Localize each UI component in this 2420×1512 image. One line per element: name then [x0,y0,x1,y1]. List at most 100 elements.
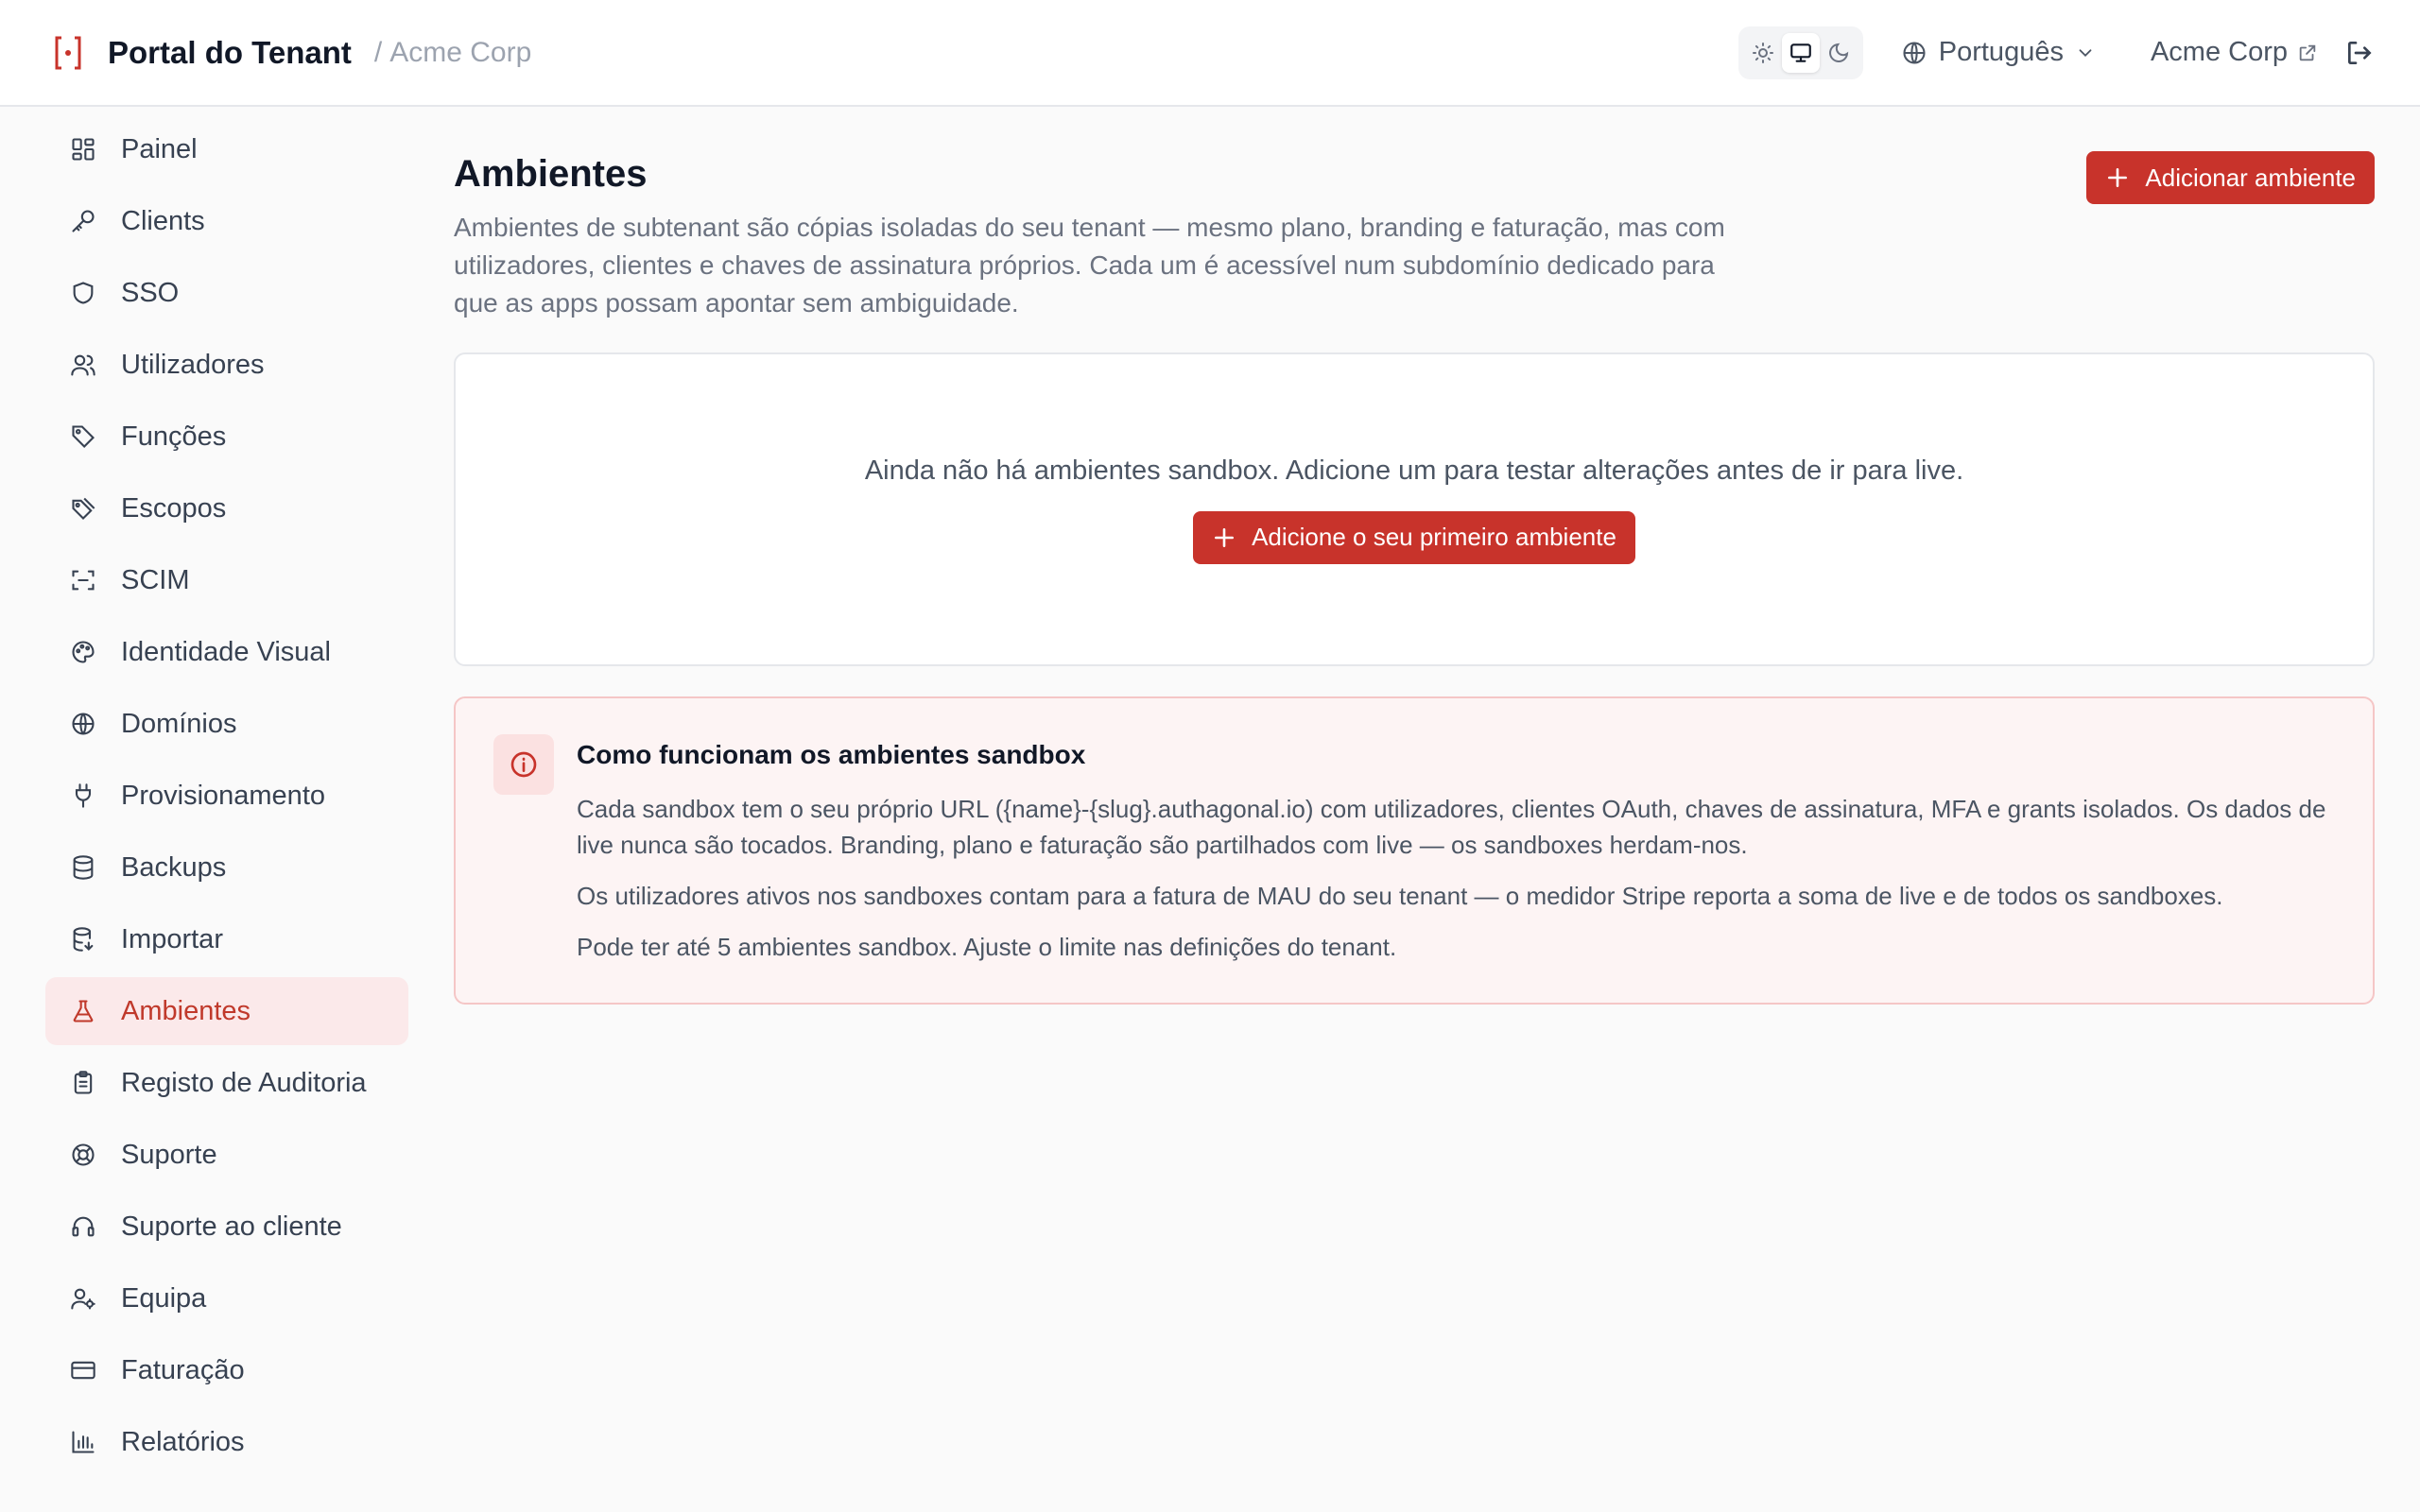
add-first-environment-button[interactable]: Adicione o seu primeiro ambiente [1193,510,1635,564]
key-icon [68,206,98,236]
flask-icon [68,996,98,1026]
sidebar-item-utilizadores[interactable]: Utilizadores [45,331,408,399]
sidebar-item-suporte[interactable]: Suporte [45,1121,408,1189]
sidebar-item-label: Faturação [121,1354,245,1385]
headset-icon [68,1211,98,1242]
main-content: Ambientes Ambientes de subtenant são cóp… [454,151,2375,1005]
sidebar-item-label: Painel [121,133,198,164]
sidebar-item-faturacao[interactable]: Faturação [45,1336,408,1404]
breadcrumb-separator: / [373,36,383,68]
bar-chart-icon [68,1427,98,1457]
add-environment-label: Adicionar ambiente [2145,163,2356,192]
sidebar-item-provisionamento[interactable]: Provisionamento [45,762,408,830]
plug-icon [68,781,98,811]
top-bar: Portal do Tenant / Acme Corp Português A… [0,0,2420,107]
sidebar-item-importar[interactable]: Importar [45,905,408,973]
sidebar-item-label: Domínios [121,708,237,739]
sidebar-item-label: SCIM [121,564,190,595]
sidebar-item-label: SSO [121,277,180,308]
add-first-environment-label: Adicione o seu primeiro ambiente [1252,523,1616,551]
scan-icon [68,565,98,595]
sidebar-item-relatorios[interactable]: Relatórios [45,1408,408,1476]
sidebar: Painel Clients SSO Utilizadores Funções … [45,115,408,1480]
sidebar-item-label: Provisionamento [121,780,325,811]
sidebar-item-label: Relatórios [121,1426,245,1457]
sidebar-item-scim[interactable]: SCIM [45,546,408,614]
sidebar-item-equipa[interactable]: Equipa [45,1264,408,1332]
sidebar-item-label: Escopos [121,492,227,524]
moon-icon [1828,43,1848,62]
sidebar-item-label: Equipa [121,1282,207,1314]
chevron-down-icon [2079,48,2092,57]
page-description: Ambientes de subtenant são cópias isolad… [454,213,1725,318]
info-paragraph: Os utilizadores ativos nos sandboxes con… [577,882,2223,910]
external-link-icon [2299,44,2316,60]
tag-icon [68,421,98,452]
sidebar-item-label: Funções [121,421,227,452]
sidebar-item-label: Identidade Visual [121,636,331,667]
sidebar-item-label: Importar [121,923,223,954]
tenant-link-label: Acme Corp [2150,37,2288,67]
sidebar-item-funcoes[interactable]: Funções [45,403,408,471]
sidebar-item-clients[interactable]: Clients [45,187,408,255]
sidebar-item-label: Suporte ao cliente [121,1211,342,1242]
empty-state-text: Ainda não há ambientes sandbox. Adicione… [864,455,1964,486]
theme-dark-button[interactable] [1820,33,1858,73]
credit-card-icon [68,1355,98,1385]
shield-icon [68,278,98,308]
page-header: Ambientes Ambientes de subtenant são cóp… [454,151,2375,322]
app-title: Portal do Tenant [108,34,352,70]
logout-icon [2348,41,2372,64]
plus-icon [1215,527,1235,547]
info-icon [493,734,554,795]
globe-icon [1903,41,1926,64]
dashboard-icon [68,134,98,164]
sidebar-item-label: Utilizadores [121,349,265,380]
logout-button[interactable] [2344,38,2375,68]
page-title: Ambientes [454,153,648,195]
plus-icon [2108,168,2128,187]
globe-icon [68,709,98,739]
info-title: Como funcionam os ambientes sandbox [577,740,1086,769]
sidebar-item-escopos[interactable]: Escopos [45,474,408,542]
sidebar-item-sso[interactable]: SSO [45,259,408,327]
brand-logo-icon [45,30,91,76]
sidebar-item-label: Ambientes [121,995,251,1026]
sidebar-item-suporte-ao-cliente[interactable]: Suporte ao cliente [45,1193,408,1261]
sidebar-item-backups[interactable]: Backups [45,833,408,902]
palette-icon [68,637,98,667]
sidebar-item-ambientes[interactable]: Ambientes [45,977,408,1045]
tenant-external-link[interactable]: Acme Corp [2151,37,2318,68]
user-cog-icon [68,1283,98,1314]
users-icon [68,350,98,380]
info-paragraph: Cada sandbox tem o seu próprio URL ({nam… [577,795,2326,859]
info-paragraph: Pode ter até 5 ambientes sandbox. Ajuste… [577,933,1397,961]
sidebar-item-label: Suporte [121,1139,217,1170]
sidebar-item-dominios[interactable]: Domínios [45,690,408,758]
database-import-icon [68,924,98,954]
breadcrumb-tenant: Acme Corp [389,36,532,68]
monitor-icon [1789,43,1811,62]
theme-toggle [1737,26,1863,79]
brand[interactable]: Portal do Tenant / Acme Corp [45,30,531,76]
sandbox-info-card: Como funcionam os ambientes sandbox Cada… [454,696,2375,1005]
language-label: Português [1938,37,2064,67]
sidebar-item-registo-de-auditoria[interactable]: Registo de Auditoria [45,1049,408,1117]
breadcrumb: / Acme Corp [374,37,531,69]
add-environment-button[interactable]: Adicionar ambiente [2086,151,2375,204]
sidebar-item-identidade-visual[interactable]: Identidade Visual [45,618,408,686]
info-body: Como funcionam os ambientes sandbox Cada… [577,734,2335,965]
sidebar-item-label: Clients [121,205,205,236]
language-selector[interactable]: Português [1901,37,2107,68]
sun-icon [1752,42,1773,63]
lifebuoy-icon [68,1140,98,1170]
sidebar-item-label: Backups [121,851,227,883]
sidebar-item-painel[interactable]: Painel [45,115,408,183]
theme-system-button[interactable] [1781,32,1820,73]
tags-icon [68,493,98,524]
theme-light-button[interactable] [1744,33,1782,73]
database-icon [68,852,98,883]
clipboard-icon [68,1068,98,1098]
sidebar-item-label: Registo de Auditoria [121,1067,367,1098]
empty-state-card: Ainda não há ambientes sandbox. Adicione… [454,352,2375,666]
